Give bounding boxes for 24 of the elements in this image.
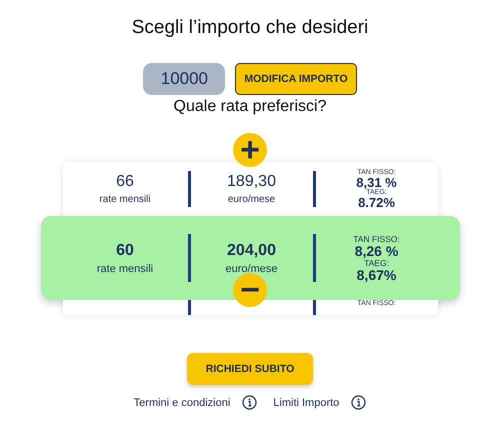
rate-label: TAEG: [364,258,389,268]
monthly-amount: 204,00 [227,242,276,260]
rate-value: 8,26 % [354,244,398,258]
rate-value: 8,31 % [356,176,397,189]
info-icon[interactable] [351,395,366,410]
amount-unit: euro/mese [228,194,276,205]
increase-button[interactable]: + [233,133,267,167]
info-icon[interactable] [242,395,258,410]
months-label: rate mensili [99,194,151,205]
info-link[interactable]: Termini e condizioni [134,396,230,408]
months-value: 60 [116,242,134,260]
rate-label: TAN FISSO: [353,234,400,244]
edit-amount-button[interactable]: MODIFICA IMPORTO [235,63,357,95]
page-title: Scegli l’importo che desideri [130,16,370,40]
rate-value: 8,67% [356,268,396,282]
months-label: rate mensili [96,262,154,274]
info-link[interactable]: Limiti Importo [273,396,340,408]
amount-field[interactable]: 10000 [143,63,226,95]
question-heading: Quale rata preferisci? [172,98,328,116]
submit-button[interactable]: RICHIEDI SUBITO [187,353,313,385]
monthly-amount: 189,30 [227,173,276,191]
amount-unit: euro/mese [226,262,278,274]
rate-value: 8.72% [358,196,395,209]
months-value: 66 [116,173,134,191]
